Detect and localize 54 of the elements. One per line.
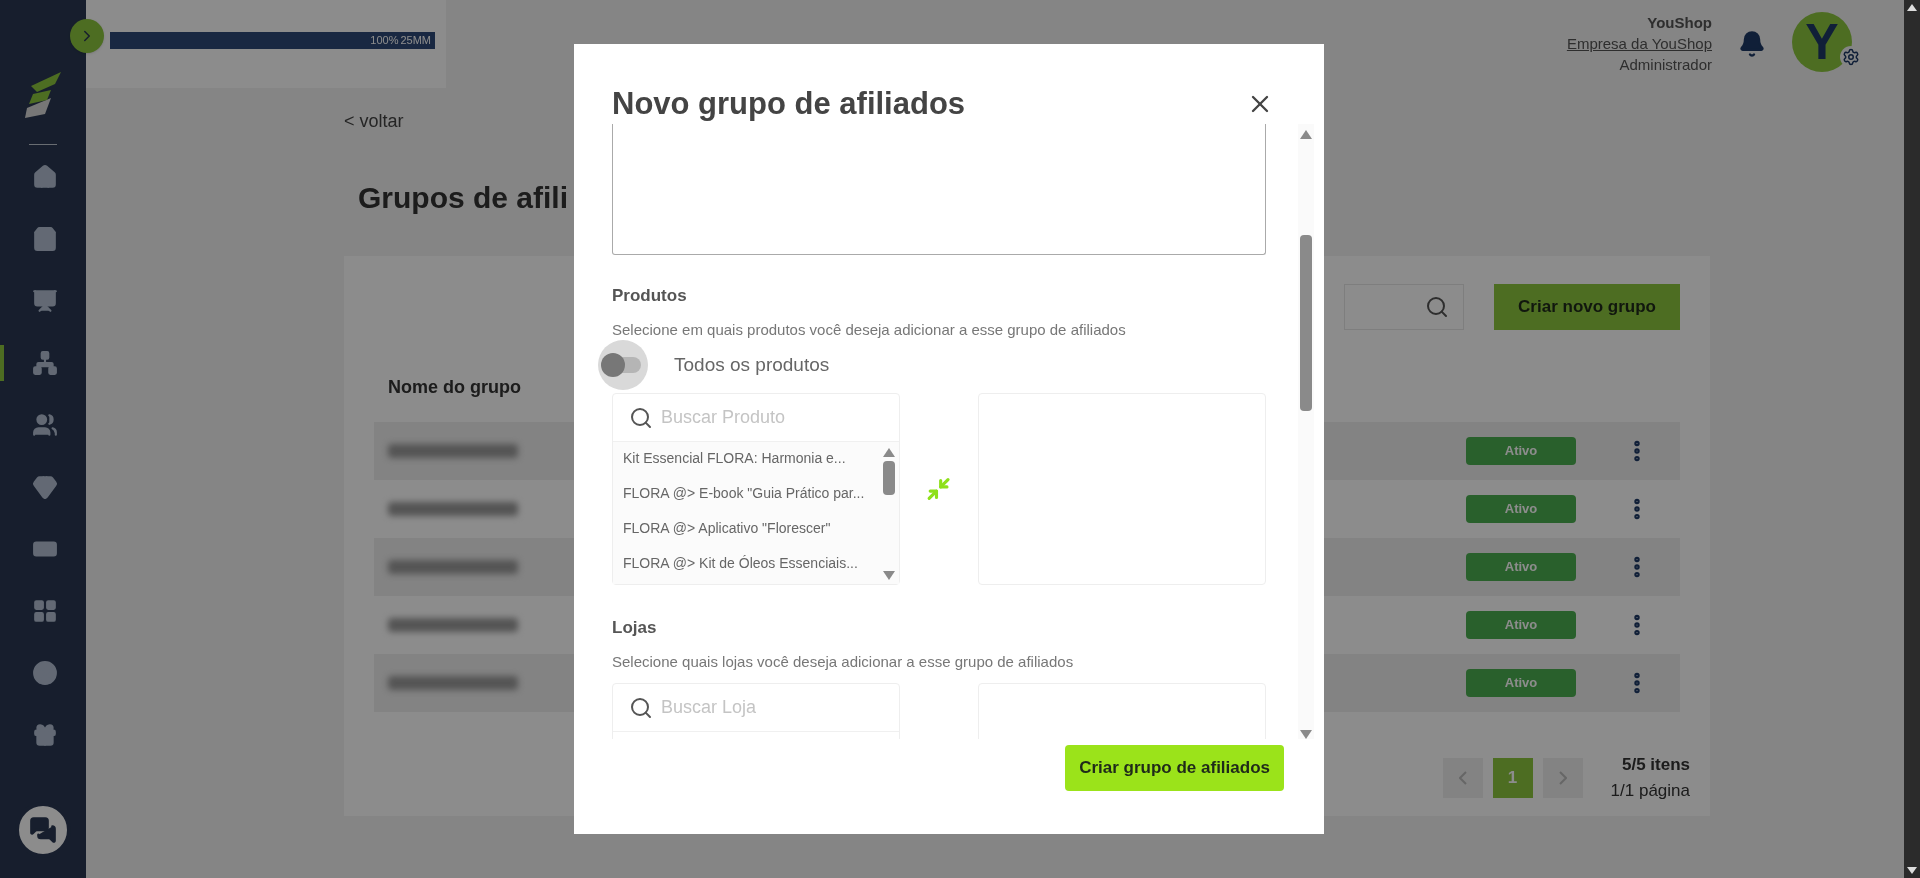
user-name: YouShop xyxy=(1647,13,1712,33)
user-avatar[interactable]: Y xyxy=(1792,12,1852,72)
goal-percent: 100% xyxy=(370,33,399,48)
create-group-button[interactable]: Criar novo grupo xyxy=(1494,284,1680,330)
scroll-down-icon[interactable] xyxy=(1907,867,1917,874)
section-description: Selecione quais lojas você deseja adicionar a esse grupo de afiliados xyxy=(612,651,1075,672)
grid-icon xyxy=(32,598,58,624)
chevron-right-icon xyxy=(1558,770,1567,785)
status-badge: Ativo xyxy=(1466,553,1576,581)
gift-icon xyxy=(32,722,58,748)
scrollbar-thumb[interactable] xyxy=(1300,235,1312,411)
user-role: Administrador xyxy=(1619,55,1712,75)
modal-scrollbar[interactable] xyxy=(1298,124,1314,739)
toggle-switch[interactable] xyxy=(598,340,648,390)
page-count: 1/1 página xyxy=(1610,779,1690,802)
company-link[interactable]: Empresa da YouShop xyxy=(1566,33,1712,54)
modal-title: Novo grupo de afiliados xyxy=(612,84,966,123)
page-title: Grupos de afili xyxy=(358,180,570,216)
product-option[interactable]: FLORA @> E-book "Guia Prático par... xyxy=(623,483,880,504)
search-icon xyxy=(629,695,653,720)
home-icon xyxy=(32,164,58,190)
product-option[interactable]: Kit Essencial FLORA: Harmonia e... xyxy=(623,448,880,469)
search-placeholder: Buscar Loja xyxy=(661,696,757,719)
network-icon xyxy=(32,350,58,376)
search-field[interactable] xyxy=(1344,284,1465,330)
product-option[interactable]: FLORA @> Kit de Óleos Essenciais... xyxy=(623,553,880,574)
create-affiliate-group-button[interactable]: Criar grupo de afiliados xyxy=(1065,745,1284,791)
section-heading: Lojas xyxy=(612,617,658,639)
notification-bell-icon[interactable] xyxy=(1738,30,1766,58)
product-option[interactable]: FLORA @> Aplicativo "Florescer" xyxy=(623,518,880,539)
scroll-up-icon[interactable] xyxy=(1907,4,1917,11)
expand-button[interactable] xyxy=(70,19,104,53)
bag-icon xyxy=(32,226,58,252)
diamond-icon xyxy=(32,474,58,500)
users-icon xyxy=(32,412,58,438)
chat-icon xyxy=(29,816,57,844)
scrollbar-thumb[interactable] xyxy=(883,461,896,495)
search-placeholder: Buscar Produto xyxy=(661,406,786,429)
search-icon xyxy=(629,405,653,430)
status-badge: Ativo xyxy=(1466,669,1576,697)
page-scrollbar[interactable] xyxy=(1904,0,1920,878)
section-heading: Produtos xyxy=(612,285,688,307)
column-header: Nome do grupo xyxy=(388,376,521,399)
status-badge: Ativo xyxy=(1466,611,1576,639)
user-icon xyxy=(32,660,58,686)
status-badge: Ativo xyxy=(1466,495,1576,523)
status-badge: Ativo xyxy=(1466,437,1576,465)
search-icon xyxy=(1425,295,1450,319)
goal-target: 25MM xyxy=(400,33,431,48)
chevron-left-icon xyxy=(1458,770,1467,785)
presentation-icon xyxy=(32,288,58,314)
toggle-label: Todos os produtos xyxy=(674,352,830,377)
items-count: 5/5 itens xyxy=(1621,754,1690,776)
section-description: Selecione em quais produtos você deseja adicionar a esse grupo de afiliados xyxy=(612,319,1127,340)
